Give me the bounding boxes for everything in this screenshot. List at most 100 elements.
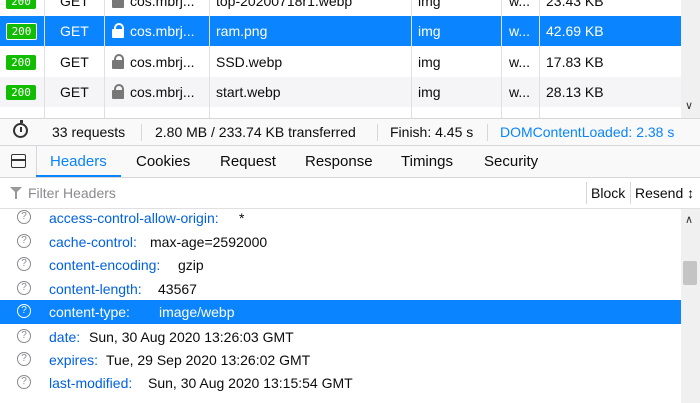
help-icon[interactable]: ? [17, 375, 31, 389]
filter-icon [10, 187, 22, 199]
resend-button[interactable]: Resend ↕ [635, 178, 694, 208]
lock-icon [112, 84, 124, 99]
tab-label: Request [220, 153, 276, 170]
help-icon[interactable]: ? [17, 352, 31, 366]
header-row[interactable]: ? date: Sun, 30 Aug 2020 13:26:03 GMT [0, 325, 681, 349]
filter-headers-input[interactable] [28, 182, 568, 204]
request-size: 23.43 KB [546, 0, 604, 9]
scrollbar-thumb[interactable] [683, 261, 697, 285]
details-tab-bar: Headers Cookies Request Response Timings… [0, 146, 700, 178]
tab-label: Cookies [136, 153, 191, 170]
help-icon[interactable]: ? [17, 281, 31, 295]
help-icon[interactable]: ? [17, 257, 31, 271]
help-icon[interactable]: ? [17, 329, 31, 343]
header-name: date: [49, 329, 81, 345]
header-row[interactable]: ? cache-control: max-age=2592000 [0, 230, 681, 254]
block-button[interactable]: Block [591, 178, 625, 208]
status-badge: 200 [6, 55, 36, 70]
request-list: 200 GET cos.mbrj... top-20200718r1.webp … [0, 0, 700, 118]
request-row[interactable]: 200 GET cos.mbrj... ram.png img w... 42.… [0, 16, 681, 46]
column-divider[interactable] [411, 0, 412, 118]
tab-timings[interactable]: Timings [401, 146, 453, 177]
network-summary-bar: 33 requests 2.80 MB / 233.74 KB transfer… [0, 118, 700, 146]
dom-content-loaded-time: DOMContentLoaded: 2.38 s [500, 124, 675, 140]
request-file: ram.png [216, 23, 268, 39]
tab-headers[interactable]: Headers [36, 146, 121, 177]
header-row[interactable]: ? expires: Tue, 29 Sep 2020 13:26:02 GMT [0, 348, 681, 372]
header-name: content-encoding: [49, 257, 161, 273]
help-icon[interactable]: ? [17, 304, 31, 318]
lock-icon [112, 23, 124, 38]
request-row[interactable]: 200 GET cos.mbrj... top-20200718r1.webp … [0, 0, 681, 16]
tab-request[interactable]: Request [220, 146, 276, 177]
request-domain: cos.mbrj... [130, 54, 195, 70]
scroll-up-icon[interactable]: ∧ [685, 213, 693, 226]
status-badge: 200 [6, 0, 36, 9]
finish-time: Finish: 4.45 s [390, 124, 474, 140]
request-transferred: w... [509, 0, 531, 9]
response-headers-list: ? access-control-allow-origin: * ? cache… [0, 209, 681, 403]
header-value: max-age=2592000 [150, 234, 268, 250]
tab-label: Headers [50, 153, 107, 170]
tab-label: Timings [401, 153, 453, 170]
lock-icon [112, 54, 124, 69]
tab-security[interactable]: Security [484, 146, 538, 177]
header-value: image/webp [159, 304, 235, 320]
header-row[interactable]: ? last-modified: Sun, 30 Aug 2020 13:15:… [0, 371, 681, 395]
header-value: Sun, 30 Aug 2020 13:15:54 GMT [148, 375, 353, 391]
tab-response[interactable]: Response [305, 146, 373, 177]
status-badge: 200 [6, 85, 36, 100]
header-value: * [239, 210, 245, 226]
tab-label: Security [484, 153, 539, 170]
header-row[interactable]: ? content-type: image/webp [0, 300, 681, 324]
request-list-scrollbar[interactable]: ∨ [681, 0, 700, 118]
resend-dropdown-icon: ↕ [687, 185, 695, 201]
header-name: cache-control: [49, 234, 137, 250]
header-name: content-length: [49, 281, 142, 297]
request-type: img [418, 23, 441, 39]
toggle-panel-icon[interactable] [11, 154, 26, 168]
column-divider[interactable] [104, 0, 105, 118]
status-badge: 200 [6, 23, 37, 40]
header-row[interactable]: ? content-length: 43567 [0, 277, 681, 301]
column-divider[interactable] [501, 0, 502, 118]
request-row[interactable]: 200 GET cos.mbrj... start.webp img w... … [0, 77, 681, 107]
filter-bar: Block Resend ↕ [0, 178, 700, 209]
tab-label: Response [305, 153, 373, 170]
request-file: SSD.webp [216, 54, 283, 70]
request-transferred: w... [509, 84, 531, 100]
column-divider[interactable] [539, 0, 540, 118]
header-value: Tue, 29 Sep 2020 13:26:02 GMT [106, 352, 311, 368]
header-row[interactable]: ? access-control-allow-origin: * [0, 209, 681, 230]
request-domain: cos.mbrj... [130, 0, 195, 9]
request-count: 33 requests [52, 124, 126, 140]
stopwatch-icon[interactable] [13, 120, 28, 138]
headers-scrollbar[interactable]: ∧ [681, 209, 700, 403]
request-size: 17.83 KB [546, 54, 604, 70]
header-row[interactable]: ? content-encoding: gzip [0, 253, 681, 277]
header-value: Sun, 30 Aug 2020 13:26:03 GMT [89, 329, 294, 345]
request-type: img [418, 54, 441, 70]
column-divider[interactable] [44, 0, 45, 118]
scroll-down-icon[interactable]: ∨ [685, 99, 693, 112]
header-value: gzip [178, 257, 204, 273]
request-method: GET [60, 54, 89, 70]
tab-cookies[interactable]: Cookies [136, 146, 190, 177]
request-transferred: w... [509, 54, 531, 70]
request-file: top-20200718r1.webp [216, 0, 353, 9]
request-domain: cos.mbrj... [130, 84, 195, 100]
header-name: access-control-allow-origin: [49, 210, 219, 226]
header-name: expires: [49, 352, 99, 368]
column-divider[interactable] [209, 0, 210, 118]
request-row[interactable]: 200 GET cos.mbrj... SSD.webp img w... 17… [0, 47, 681, 77]
help-icon[interactable]: ? [17, 210, 31, 224]
resend-label: Resend [635, 185, 684, 201]
request-method: GET [60, 23, 89, 39]
request-type: img [418, 84, 441, 100]
request-file: start.webp [216, 84, 281, 100]
request-type: img [418, 0, 441, 9]
request-domain: cos.mbrj... [130, 23, 195, 39]
help-icon[interactable]: ? [17, 234, 31, 248]
header-value: 43567 [158, 281, 197, 297]
request-size: 28.13 KB [546, 84, 604, 100]
